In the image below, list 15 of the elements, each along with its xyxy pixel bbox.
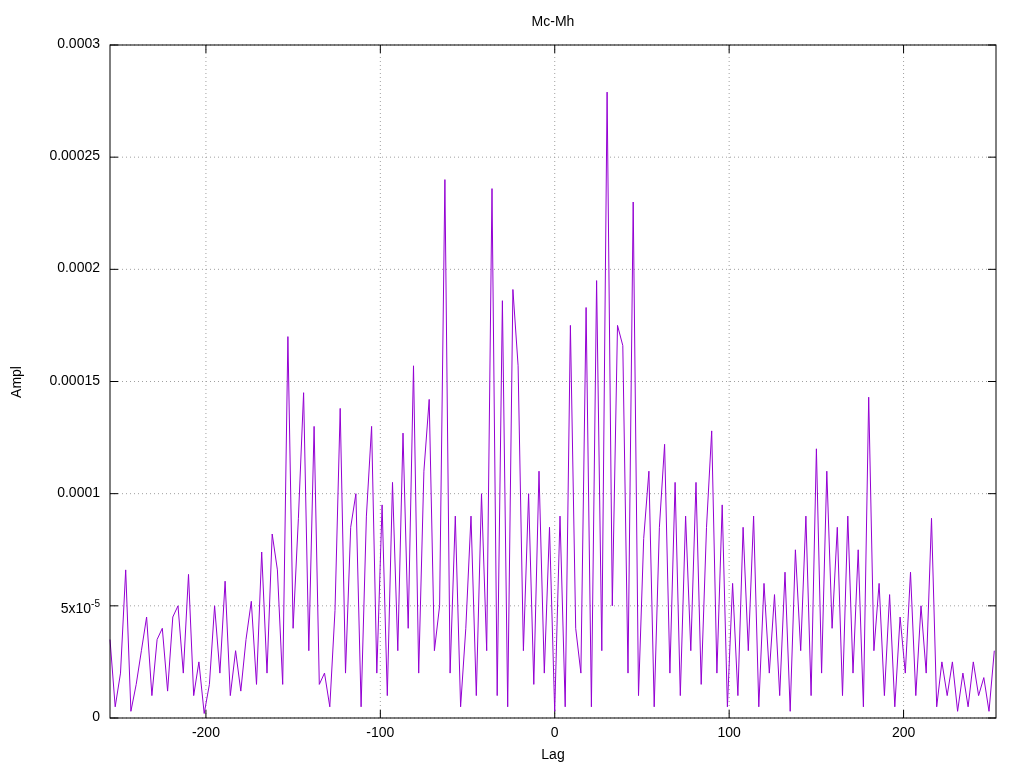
x-axis-title: Lag xyxy=(540,746,566,762)
tick-label: 0.00025 xyxy=(48,147,100,164)
tick-label: 100 xyxy=(716,724,742,740)
tick-label: 0.0003 xyxy=(56,35,100,51)
tick-label: 0.0002 xyxy=(56,259,100,276)
tick-label: -200 xyxy=(190,724,221,740)
y-axis-title: Ampl xyxy=(8,365,24,400)
tick-label: 200 xyxy=(890,724,917,740)
tick-label: 0.0001 xyxy=(56,483,100,500)
tick-label: 0.00015 xyxy=(48,371,100,388)
tick-label: -100 xyxy=(365,724,396,740)
tick-label: 0 xyxy=(549,724,560,740)
tick-label: 5x10$^{-5}$ xyxy=(59,596,100,616)
tick-label: 0 xyxy=(91,708,100,724)
chart-title: Mc-Mh xyxy=(530,13,576,29)
